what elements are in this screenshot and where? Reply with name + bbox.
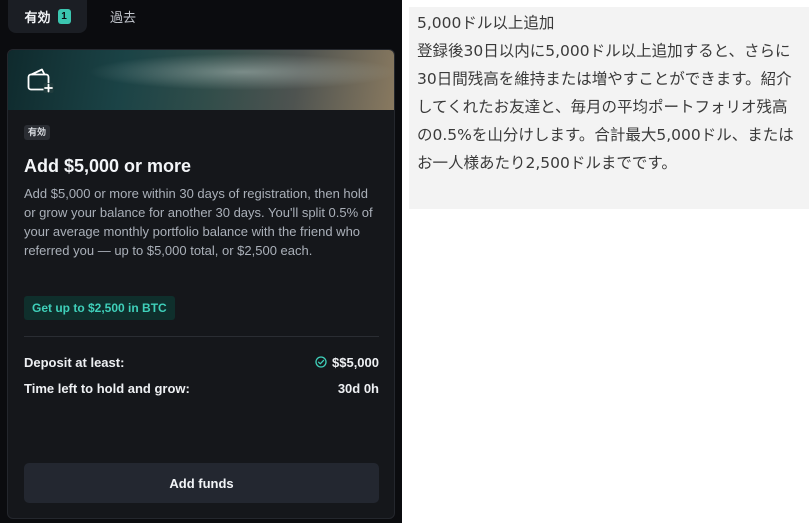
translation-body: 登録後30日以内に5,000ドル以上追加すると、さらに30日間残高を維持または増… [417,42,794,172]
offer-card: 有効 Add $5,000 or more Add $5,000 or more… [7,49,395,519]
rewards-panel: 有効 1 過去 有効 Add $5,000 or more Add $5,000… [0,0,402,523]
time-left-label: Time left to hold and grow: [24,380,190,396]
deposit-value-wrap: $$5,000 [315,355,379,370]
time-left-row: Time left to hold and grow: 30d 0h [24,378,379,398]
time-left-value: 30d 0h [337,380,379,396]
deposit-value: $$5,000 [332,354,379,370]
deposit-row: Deposit at least: $$5,000 [24,352,379,372]
deposit-label: Deposit at least: [24,354,125,370]
tab-active[interactable]: 有効 1 [8,0,87,33]
divider [24,336,379,337]
offer-description: Add $5,000 or more within 30 days of reg… [24,186,373,258]
status-badge: 有効 [24,125,51,140]
reward-badge: Get up to $2,500 in BTC [24,296,175,320]
translation-panel: 5,000ドル以上追加 登録後30日以内に5,000ドル以上追加すると、さらに3… [409,7,809,209]
tab-bar: 有効 1 過去 [0,0,402,33]
add-funds-button[interactable]: Add funds [24,463,379,503]
offer-title: Add $5,000 or more [24,156,192,176]
tab-past[interactable]: 過去 [110,0,136,33]
tab-count-badge: 1 [57,9,71,24]
tab-active-label: 有効 [24,10,51,25]
wallet-plus-icon [27,68,54,93]
check-circle-icon [315,356,327,368]
translation-title: 5,000ドル以上追加 [417,14,555,32]
card-banner [8,50,394,110]
tab-past-label: 過去 [110,10,137,25]
